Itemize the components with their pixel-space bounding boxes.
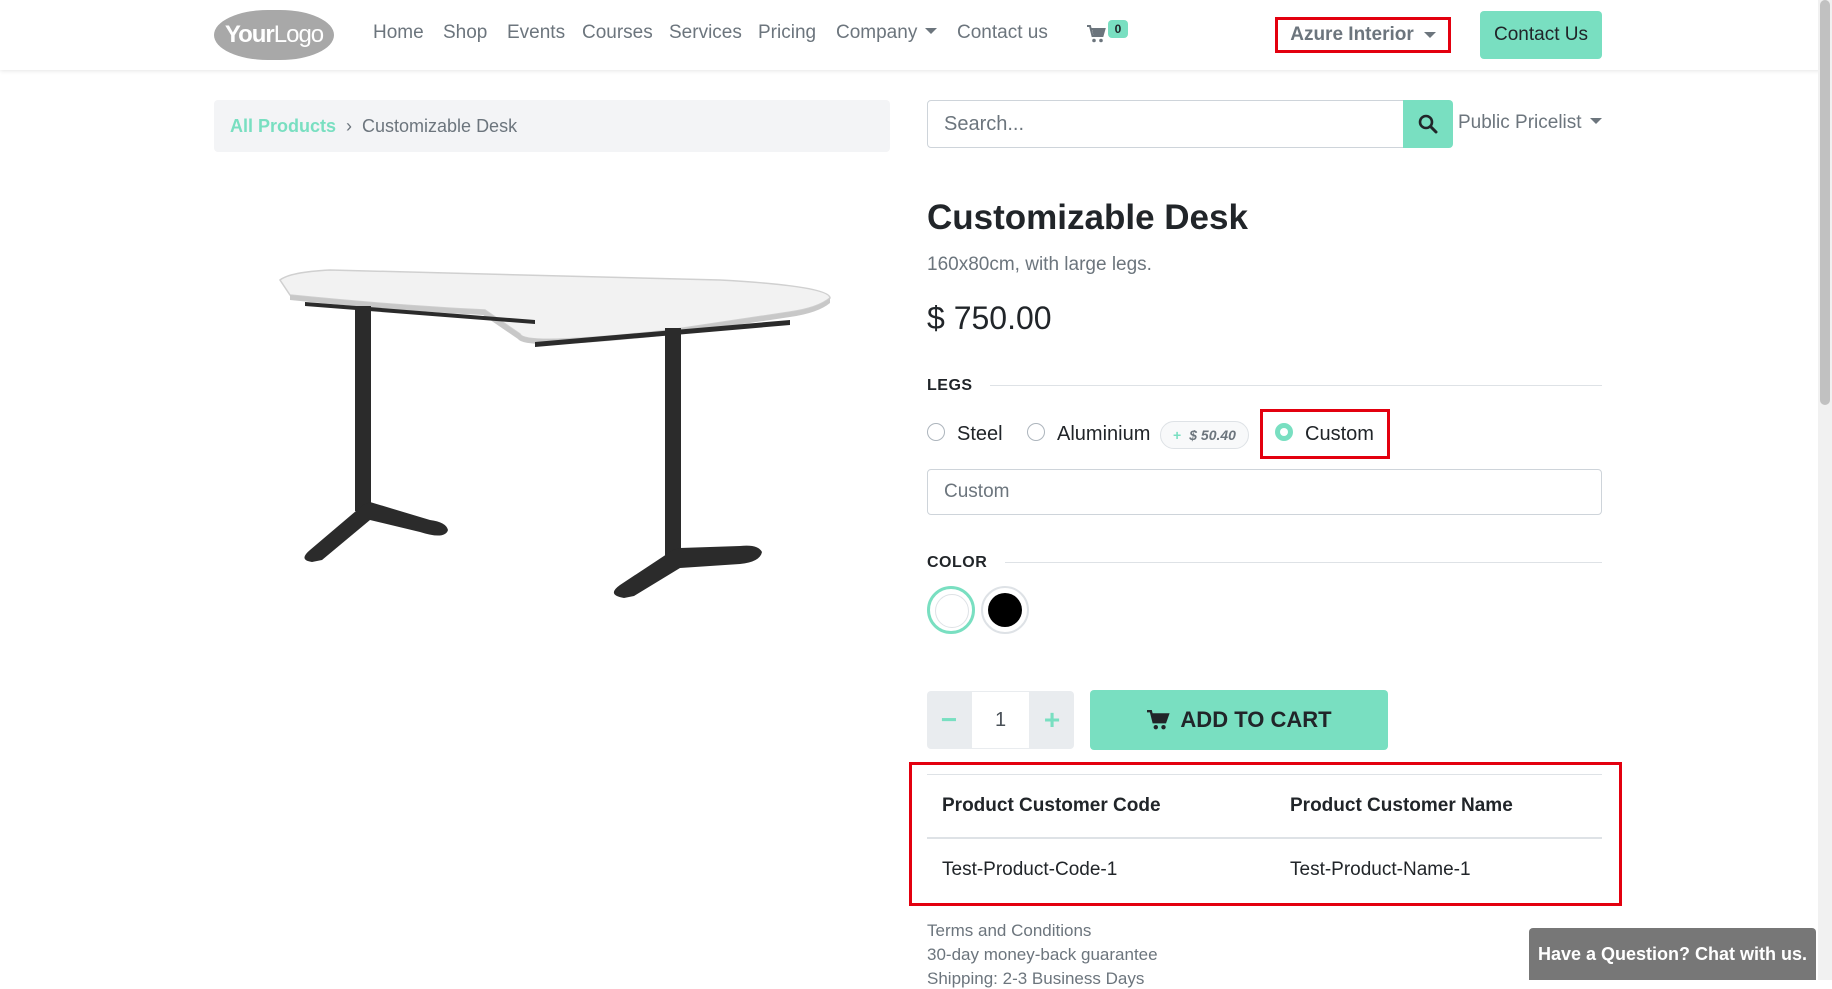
scrollbar-thumb[interactable] [1820, 0, 1830, 405]
price-extra-badge: + $ 50.40 [1160, 421, 1249, 449]
quantity-decrease-button[interactable]: − [927, 691, 971, 749]
nav-contact[interactable]: Contact us [957, 22, 1048, 44]
live-chat-button[interactable]: Have a Question? Chat with us. [1529, 928, 1816, 980]
nav-courses[interactable]: Courses [582, 22, 653, 44]
radio-aluminium[interactable] [1027, 423, 1045, 441]
search-input[interactable] [927, 100, 1404, 148]
custom-value-input[interactable] [927, 469, 1602, 515]
product-title: Customizable Desk [927, 198, 1248, 237]
breadcrumb-all-products[interactable]: All Products [230, 116, 336, 137]
breadcrumb: All Products › Customizable Desk [214, 100, 890, 152]
shipping-text: Shipping: 2-3 Business Days [927, 969, 1145, 988]
option-label-aluminium[interactable]: Aluminium [1057, 423, 1150, 446]
legs-label: LEGS [927, 377, 973, 394]
color-swatch-black[interactable] [981, 586, 1029, 634]
nav-company-dropdown[interactable]: Company [836, 22, 937, 44]
product-price: $ 750.00 [927, 300, 1052, 336]
contact-us-button[interactable]: Contact Us [1480, 11, 1602, 59]
table-row: Test-Product-Code-1 Test-Product-Name-1 [927, 838, 1602, 901]
quantity-input[interactable] [971, 691, 1030, 749]
quantity-increase-button[interactable]: + [1030, 691, 1074, 749]
nav-shop[interactable]: Shop [443, 22, 487, 44]
column-header: Product Customer Code [927, 774, 1275, 839]
breadcrumb-current: Customizable Desk [362, 115, 518, 136]
search-button[interactable] [1403, 100, 1453, 148]
nav-services[interactable]: Services [669, 22, 742, 44]
nav-events[interactable]: Events [507, 22, 565, 44]
terms-link[interactable]: Terms and Conditions [927, 921, 1091, 941]
divider [990, 385, 1602, 386]
cart-count-badge: 0 [1108, 20, 1128, 38]
color-label: COLOR [927, 554, 988, 571]
top-navbar: Your Logo Home Shop Events Courses Servic… [0, 0, 1832, 70]
guarantee-text: 30-day money-back guarantee [927, 945, 1158, 964]
column-header: Product Customer Name [1275, 774, 1602, 839]
logo[interactable]: Your Logo [214, 10, 334, 60]
customer-product-table: Product Customer Code Product Customer N… [927, 774, 1602, 901]
chevron-right-icon: › [346, 115, 353, 136]
table-cell: Test-Product-Code-1 [942, 859, 1118, 880]
table-header-row: Product Customer Code Product Customer N… [927, 774, 1602, 839]
add-to-cart-button[interactable]: ADD TO CART [1090, 690, 1388, 750]
search-icon [1418, 114, 1438, 134]
cart-icon [1147, 709, 1171, 730]
plus-icon: + [1173, 427, 1182, 443]
radio-steel[interactable] [927, 423, 945, 441]
option-label-custom[interactable]: Custom [1305, 423, 1374, 446]
color-swatch-white[interactable] [927, 586, 975, 634]
option-label-steel[interactable]: Steel [957, 423, 1003, 446]
divider [1005, 562, 1602, 563]
table-cell: Test-Product-Name-1 [1290, 859, 1471, 880]
radio-custom[interactable] [1275, 423, 1293, 441]
nav-home[interactable]: Home [373, 22, 424, 44]
user-menu-dropdown[interactable]: Azure Interior [1275, 17, 1451, 53]
pricelist-dropdown[interactable]: Public Pricelist [1458, 112, 1602, 134]
nav-pricing[interactable]: Pricing [758, 22, 816, 44]
product-description: 160x80cm, with large legs. [927, 254, 1152, 275]
product-image[interactable] [270, 250, 840, 640]
cart-icon[interactable] [1086, 24, 1106, 44]
